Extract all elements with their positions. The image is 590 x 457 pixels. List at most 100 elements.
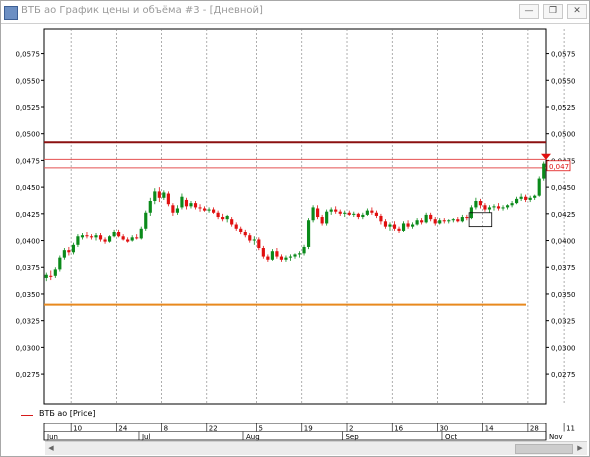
legend: ВТБ ао [Price] — [1, 407, 589, 423]
month-label: Jun — [46, 433, 58, 441]
candle-body — [370, 210, 374, 213]
month-label: Aug — [246, 433, 260, 441]
candle-body — [438, 220, 442, 224]
y-tick-label-right: 0,0525 — [551, 104, 576, 112]
candle-body — [193, 203, 198, 208]
candle-body — [487, 207, 492, 210]
candle-body — [58, 257, 62, 270]
y-tick-label-right: 0,0575 — [551, 51, 576, 59]
y-tick-label-left: 0,0300 — [16, 344, 41, 352]
candle-body — [483, 205, 487, 210]
y-tick-label-left: 0,0575 — [16, 51, 41, 59]
candle-body — [49, 275, 53, 277]
candle-body — [239, 228, 243, 232]
candle-body — [524, 196, 528, 200]
candle-body — [388, 224, 392, 227]
candle-body — [189, 203, 193, 207]
y-tick-label-left: 0,0325 — [16, 318, 41, 326]
candle-body — [202, 208, 207, 211]
candle-body — [456, 219, 460, 222]
day-label: 14 — [485, 425, 494, 433]
scroll-right-icon[interactable]: ▶ — [575, 443, 585, 453]
legend-swatch — [21, 415, 33, 416]
y-tick-label-left: 0,0475 — [16, 157, 41, 165]
candle-body — [311, 207, 315, 221]
candle-body — [293, 254, 297, 257]
y-tick-label-left: 0,0525 — [16, 104, 41, 112]
candle-body — [515, 198, 519, 204]
candle-body — [153, 191, 157, 202]
price-chart[interactable]: 0,0575 0,0575 0,0550 0,0550 0,0525 0,0525 0,05… — [1, 24, 589, 406]
candle-body — [537, 178, 541, 196]
close-button[interactable]: ✕ — [567, 4, 587, 19]
candle-body — [130, 237, 134, 241]
y-tick-label-right: 0,0350 — [551, 291, 576, 299]
day-label: 11 — [566, 425, 575, 433]
candle-body — [216, 212, 220, 218]
candle-body — [243, 231, 247, 236]
y-tick-label-right: 0,0400 — [551, 238, 576, 246]
candle-body — [379, 215, 383, 222]
scroll-thumb[interactable] — [515, 444, 573, 454]
candle-body — [230, 219, 234, 225]
candle-body — [98, 235, 103, 240]
candle-body — [257, 239, 261, 249]
candle-body — [266, 256, 270, 260]
candle-body — [361, 214, 365, 218]
candle-body — [533, 195, 537, 198]
candle-body — [347, 212, 351, 215]
last-price-label: 0,047 — [549, 163, 569, 171]
candle-body — [338, 211, 342, 214]
candle-body — [148, 201, 152, 213]
candle-body — [406, 223, 410, 227]
month-label: Nov — [549, 433, 563, 441]
candle-body — [89, 236, 94, 238]
candle-body — [505, 205, 510, 208]
candle-body — [171, 205, 175, 213]
minimize-button[interactable]: — — [519, 4, 539, 19]
candle-body — [44, 274, 48, 278]
y-tick-label-right: 0,0300 — [551, 344, 576, 352]
candle-body — [433, 219, 437, 224]
candle-body — [460, 217, 464, 222]
candle-body — [198, 207, 202, 209]
candle-body — [135, 237, 139, 239]
candle-body — [374, 212, 378, 216]
candle-body — [121, 236, 125, 240]
candle-body — [62, 250, 66, 258]
candle-body — [420, 220, 424, 223]
candle-body — [180, 196, 184, 208]
candle-body — [392, 224, 397, 229]
candle-body — [261, 248, 265, 257]
candle-body — [126, 239, 130, 242]
candle-body — [496, 206, 501, 209]
y-tick-label-right: 0,0450 — [551, 184, 576, 192]
day-label: 10 — [73, 425, 82, 433]
y-tick-label-left: 0,0425 — [16, 211, 41, 219]
restore-button[interactable]: ❐ — [543, 4, 563, 19]
candle-body — [252, 239, 256, 241]
candle-body — [225, 215, 229, 220]
scroll-left-icon[interactable]: ◀ — [46, 443, 56, 453]
candle-body — [117, 231, 121, 237]
day-label: 16 — [394, 425, 403, 433]
candle-body — [139, 228, 143, 239]
horizontal-scrollbar[interactable]: ◀ ▶ — [45, 441, 587, 455]
candle-body — [80, 235, 85, 238]
month-label: Sep — [345, 433, 359, 441]
candle-body — [429, 214, 433, 220]
candle-body — [157, 191, 161, 198]
title-bar[interactable]: ВТБ ао График цены и объёма #3 - [Дневно… — [1, 1, 589, 24]
y-tick-label-left: 0,0275 — [16, 371, 41, 379]
candle-body — [478, 201, 483, 206]
y-tick-label-left: 0,0500 — [16, 131, 41, 139]
candle-body — [528, 197, 532, 200]
y-tick-label-left: 0,0400 — [16, 238, 41, 246]
candle-body — [76, 236, 80, 245]
candle-body — [67, 250, 71, 253]
candle-body — [288, 256, 293, 258]
day-label: 2 — [349, 425, 353, 433]
candle-body — [162, 192, 166, 198]
candle-body — [284, 257, 288, 260]
chart-window: ВТБ ао График цены и объёма #3 - [Дневно… — [0, 0, 590, 457]
